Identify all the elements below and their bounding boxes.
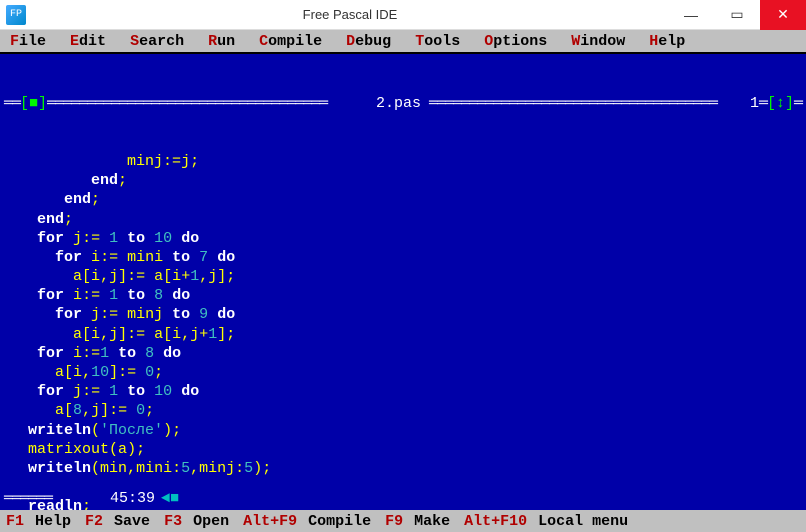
menu-compile[interactable]: Compile <box>259 33 322 50</box>
code-line[interactable]: end; <box>10 210 802 229</box>
frame-dbl: ════════════════════════════════════ <box>421 94 750 113</box>
status-compile[interactable]: Alt+F9 Compile <box>243 513 371 530</box>
menu-run[interactable]: Run <box>208 33 235 50</box>
code-line[interactable]: writeln('После'); <box>10 421 802 440</box>
scrollbar-horizontal-icon[interactable]: ◄■ <box>161 489 179 508</box>
code-line[interactable]: a[i,10]:= 0; <box>10 363 802 382</box>
menu-window[interactable]: Window <box>571 33 625 50</box>
menu-file[interactable]: File <box>10 33 46 50</box>
code-line[interactable]: writeln(min,mini:5,minj:5); <box>10 459 802 478</box>
menu-search[interactable]: Search <box>130 33 184 50</box>
code-line[interactable]: a[i,j]:= a[i+1,j]; <box>10 267 802 286</box>
minimize-button[interactable]: — <box>668 0 714 30</box>
frame-dbl: ═ <box>759 94 767 113</box>
menubar: File Edit Search Run Compile Debug Tools Option… <box>0 30 806 54</box>
statusbar: F1 Help F2 Save F3 Open Alt+F9 Compile F9 Ma… <box>0 510 806 532</box>
code-line[interactable]: a[i,j]:= a[i,j+1]; <box>10 325 802 344</box>
editor-filename: 2.pas <box>376 94 421 113</box>
close-editor-icon[interactable]: [■] <box>20 94 47 113</box>
window-title: Free Pascal IDE <box>32 7 668 22</box>
code-content[interactable]: minj:=j; end; end; end; for j:= 1 to 10 … <box>4 152 802 510</box>
frame-dbl: ═══════════════════════════════════ <box>47 94 376 113</box>
menu-debug[interactable]: Debug <box>346 33 391 50</box>
code-line[interactable]: for i:= 1 to 8 do <box>10 286 802 305</box>
app-icon: FP <box>6 5 26 25</box>
status-open[interactable]: F3 Open <box>164 513 229 530</box>
code-line[interactable]: for j:= 1 to 10 do <box>10 229 802 248</box>
maximize-button[interactable]: ▭ <box>714 0 760 30</box>
code-line[interactable]: for i:= mini to 7 do <box>10 248 802 267</box>
frame-dbl: ══════ <box>4 489 52 508</box>
cursor-position: 45:39 <box>110 489 155 508</box>
status-make[interactable]: F9 Make <box>385 513 450 530</box>
window-number: 1 <box>750 94 759 113</box>
code-line[interactable]: end; <box>10 190 802 209</box>
menu-edit[interactable]: Edit <box>70 33 106 50</box>
editor-area[interactable]: ══ [■] ═════════════════════════════════… <box>0 54 806 510</box>
titlebar: FP Free Pascal IDE — ▭ ✕ <box>0 0 806 30</box>
code-line[interactable]: minj:=j; <box>10 152 802 171</box>
editor-frame-top: ══ [■] ═════════════════════════════════… <box>4 94 802 113</box>
resize-icon[interactable]: [↕] <box>767 94 794 113</box>
code-line[interactable]: for j:= 1 to 10 do <box>10 382 802 401</box>
status-help[interactable]: F1 Help <box>6 513 71 530</box>
code-line[interactable]: a[8,j]:= 0; <box>10 401 802 420</box>
menu-options[interactable]: Options <box>484 33 547 50</box>
code-line[interactable]: for j:= minj to 9 do <box>10 305 802 324</box>
code-line[interactable]: matrixout(a); <box>10 440 802 459</box>
menu-help[interactable]: Help <box>649 33 685 50</box>
code-line[interactable]: end; <box>10 171 802 190</box>
code-line[interactable]: for i:=1 to 8 do <box>10 344 802 363</box>
window-controls: — ▭ ✕ <box>668 0 806 30</box>
menu-tools[interactable]: Tools <box>415 33 460 50</box>
editor-bottom: ══════ 45:39 ◄■ <box>4 489 802 508</box>
frame-dbl: ═ <box>794 94 802 113</box>
status-save[interactable]: F2 Save <box>85 513 150 530</box>
close-button[interactable]: ✕ <box>760 0 806 30</box>
frame-dbl: ══ <box>4 94 20 113</box>
status-local-menu[interactable]: Alt+F10 Local menu <box>464 513 628 530</box>
